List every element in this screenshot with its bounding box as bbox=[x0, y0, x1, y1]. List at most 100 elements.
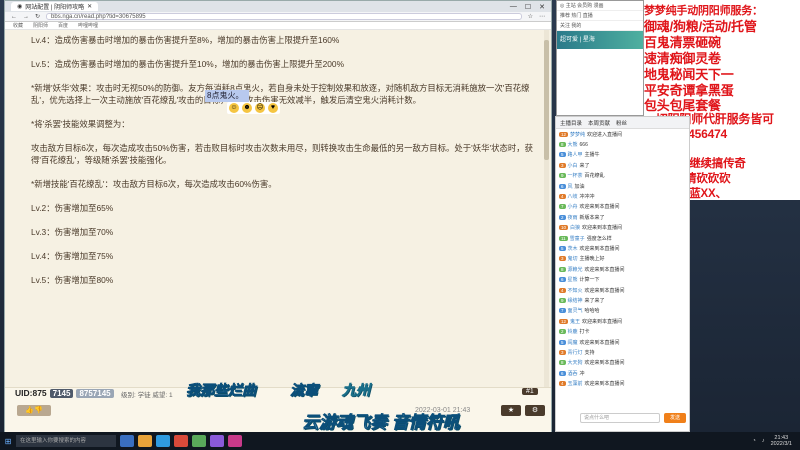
emoji-icon[interactable]: ☺ bbox=[229, 103, 239, 113]
chat-username[interactable]: 大天狗 bbox=[568, 359, 583, 366]
bookmark-item[interactable]: 阴阳师 bbox=[33, 22, 48, 29]
wifi-icon[interactable]: ◔ bbox=[753, 438, 756, 444]
chat-username[interactable]: 酒吞 bbox=[568, 370, 578, 377]
text-selection-highlight[interactable]: 8点鬼火。 bbox=[205, 90, 249, 102]
phone-nav[interactable]: ◎ 主站 会员购 漫画 bbox=[557, 1, 643, 11]
chat-username[interactable]: 鬼切 bbox=[568, 255, 578, 262]
chat-text: 来了来了 bbox=[584, 297, 605, 304]
chat-username[interactable]: 源赖光 bbox=[568, 266, 583, 273]
overlay-lyric: 我那些烂曲 bbox=[186, 382, 257, 399]
tab-streamer[interactable]: 主播目录 bbox=[560, 119, 582, 127]
level-badge: 4 bbox=[559, 194, 566, 200]
chat-text: 欢迎来到本直播间 bbox=[584, 266, 625, 273]
forward-icon[interactable]: → bbox=[23, 14, 29, 20]
emoji-icon[interactable]: ☹ bbox=[255, 103, 265, 113]
chat-message: 5 路人甲 主播牛 bbox=[556, 150, 689, 160]
chat-message: 9 缘结神 来了来了 bbox=[556, 295, 689, 305]
star-icon[interactable]: ☆ bbox=[528, 13, 533, 20]
scrollbar-thumb[interactable] bbox=[544, 40, 549, 160]
chat-message: 4 八岐 冲冲冲 bbox=[556, 191, 689, 201]
chat-username[interactable]: 夜雨 bbox=[568, 214, 578, 221]
close-icon[interactable]: ✕ bbox=[539, 3, 545, 11]
scrollbar[interactable] bbox=[544, 30, 549, 387]
post-number[interactable]: #1 bbox=[522, 388, 538, 395]
chat-username[interactable]: 路人甲 bbox=[568, 151, 583, 158]
task-view-icon[interactable] bbox=[120, 435, 134, 447]
chat-username[interactable]: 大熊 bbox=[568, 141, 578, 148]
level-badge: 6 bbox=[559, 183, 566, 189]
chat-tabs: 主播目录 本周贡献 粉丝 bbox=[556, 117, 689, 129]
selection-toolbar: ☺ ☻ ☹ ♥ bbox=[227, 102, 280, 114]
browser-tab[interactable]: ◉ 网站配置 | 阴阳师攻略 ✕ bbox=[11, 2, 99, 11]
chat-username[interactable]: 小白 bbox=[568, 162, 578, 169]
chat-username[interactable]: 梦梦纯 bbox=[570, 131, 585, 138]
chat-username[interactable]: 茨木 bbox=[568, 245, 578, 252]
chat-input[interactable]: 说点什么吧 bbox=[580, 413, 660, 423]
maximize-icon[interactable]: ☐ bbox=[525, 3, 531, 11]
chat-text: 欢迎来到本直播间 bbox=[579, 204, 620, 211]
chat-username[interactable]: 八岐 bbox=[568, 193, 578, 200]
phone-nav[interactable]: 关注 我的 bbox=[557, 21, 643, 31]
chat-message: 8 源赖光 欢迎来到本直播间 bbox=[556, 264, 689, 274]
chat-username[interactable]: 星熊 bbox=[568, 276, 578, 283]
level-badge: 3 bbox=[559, 162, 566, 168]
chat-username[interactable]: 铃鹿 bbox=[568, 328, 578, 335]
favorite-button[interactable]: ★ bbox=[501, 405, 521, 416]
app-icon[interactable] bbox=[210, 435, 224, 447]
back-icon[interactable]: ← bbox=[11, 14, 17, 20]
volume-icon[interactable]: ♪ bbox=[762, 438, 765, 444]
app-icon[interactable] bbox=[228, 435, 242, 447]
file-explorer-icon[interactable] bbox=[138, 435, 152, 447]
clock[interactable]: 21:43 2022/3/1 bbox=[771, 435, 792, 447]
chat-username[interactable]: 小舟 bbox=[568, 203, 578, 210]
emoji-icon[interactable]: ♥ bbox=[268, 103, 278, 113]
chat-message: 4 不知火 欢迎来到本直播间 bbox=[556, 285, 689, 295]
minimize-icon[interactable]: — bbox=[510, 3, 517, 11]
app-icon[interactable] bbox=[192, 435, 206, 447]
chat-username[interactable]: 面灵气 bbox=[568, 307, 583, 314]
phone-banner[interactable]: 超可爱 | 星海 bbox=[557, 31, 643, 49]
live-chat: 主播目录 本周贡献 粉丝 12 梦梦纯 欢迎进入直播间 8 大熊 666 5 路人甲 主播牛 3 小… bbox=[555, 116, 690, 432]
tab-contribution[interactable]: 本周贡献 bbox=[588, 119, 610, 127]
system-tray: ◔ ♪ 21:43 2022/3/1 bbox=[753, 435, 800, 447]
level-badge: 3 bbox=[559, 256, 566, 262]
chat-username[interactable]: 玉藻前 bbox=[568, 380, 583, 387]
tab-fans[interactable]: 粉丝 bbox=[616, 119, 627, 127]
menu-icon[interactable]: ⋯ bbox=[539, 13, 545, 20]
chat-username[interactable]: 一杯茶 bbox=[568, 172, 583, 179]
chat-username[interactable]: 青行灯 bbox=[568, 349, 583, 356]
like-button[interactable]: 👍👎 bbox=[17, 405, 51, 416]
bookmark-item[interactable]: 哔哩哔哩 bbox=[78, 22, 98, 29]
gear-icon[interactable]: ⚙ bbox=[525, 405, 545, 416]
chat-message: 2 夜雨 新版本来了 bbox=[556, 212, 689, 222]
chat-message: 4 玉藻前 欢迎来到本直播间 bbox=[556, 378, 689, 388]
app-icon[interactable] bbox=[174, 435, 188, 447]
chat-username[interactable]: 白狼 bbox=[570, 224, 580, 231]
chat-text: 哈哈哈 bbox=[584, 308, 600, 315]
chat-username[interactable]: 雪童子 bbox=[570, 235, 585, 242]
window-controls: — ☐ ✕ bbox=[510, 3, 551, 11]
send-button[interactable]: 发送 bbox=[664, 413, 686, 423]
chat-username[interactable]: 鬼王 bbox=[570, 318, 580, 325]
url-input[interactable]: bbs.nga.cn/read.php?tid=30675895 bbox=[46, 13, 522, 20]
refresh-icon[interactable]: ↻ bbox=[35, 13, 40, 20]
uid-badge: 8757145 bbox=[76, 388, 114, 398]
chat-username[interactable]: 阎魔 bbox=[568, 339, 578, 346]
chat-text: 欢迎来到本直播间 bbox=[584, 287, 625, 294]
uid-badge: 7145 bbox=[49, 388, 74, 398]
browser-icon[interactable] bbox=[156, 435, 170, 447]
bookmark-item[interactable]: 百度 bbox=[58, 22, 68, 29]
chat-username[interactable]: 缘结神 bbox=[568, 297, 583, 304]
chat-message: 3 小白 来了 bbox=[556, 160, 689, 170]
article-paragraph: Lv.2：伤害增加至65% bbox=[31, 203, 114, 213]
chat-text: 支持 bbox=[584, 349, 595, 356]
bookmark-item[interactable]: 收藏 bbox=[13, 22, 23, 29]
windows-start-icon[interactable]: ⊞ bbox=[0, 437, 16, 446]
close-tab-icon[interactable]: ✕ bbox=[87, 3, 92, 10]
chat-username[interactable]: 风 bbox=[568, 183, 573, 190]
article-paragraph: Lv.5：伤害增加至80% bbox=[31, 275, 114, 285]
phone-nav[interactable]: 推荐 热门 直播 bbox=[557, 11, 643, 21]
taskbar-search[interactable]: 在这里输入你要搜索的内容 bbox=[16, 435, 116, 447]
chat-username[interactable]: 不知火 bbox=[568, 287, 583, 294]
emoji-icon[interactable]: ☻ bbox=[242, 103, 252, 113]
